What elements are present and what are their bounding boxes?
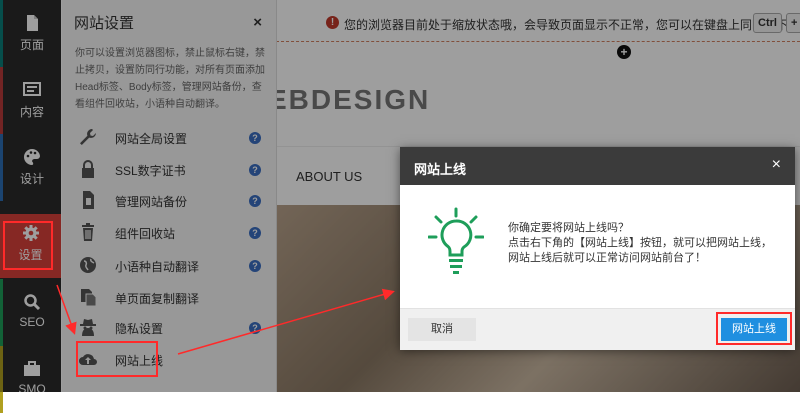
dialog-message: 你确定要将网站上线吗？ 点击右下角的【网站上线】按钮，就可以把网站上线， 网站上… [508, 221, 772, 266]
dialog-line-2: 点击右下角的【网站上线】按钮，就可以把网站上线， [508, 237, 772, 249]
dialog-title: 网站上线 [414, 162, 467, 177]
dialog-close-button[interactable]: × [772, 156, 781, 174]
cancel-button[interactable]: 取消 [408, 318, 476, 341]
highlight-publish-item [76, 341, 158, 377]
highlight-settings [3, 221, 53, 270]
dialog-line-1: 你确定要将网站上线吗？ [508, 222, 629, 234]
highlight-confirm-button [716, 312, 792, 345]
dialog-line-3: 网站上线后就可以正常访问网站前台了！ [508, 252, 706, 264]
dialog-header: 网站上线 × [400, 147, 795, 185]
lightbulb-icon [428, 207, 484, 274]
